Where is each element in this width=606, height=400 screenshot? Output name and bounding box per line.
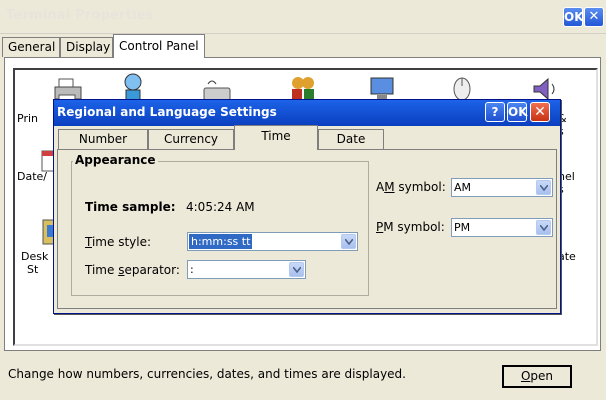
time-sample-label: Time sample: — [85, 200, 176, 214]
cp-item-desktop-label-2: St — [27, 263, 39, 276]
chevron-down-icon[interactable] — [536, 180, 551, 195]
window-ok-button[interactable]: OK — [563, 7, 584, 27]
time-style-label: Time style: — [85, 235, 151, 249]
am-symbol-dropdown[interactable]: AM — [451, 178, 553, 197]
cp-item-desktop-label: Desk — [21, 250, 49, 263]
chevron-down-icon[interactable] — [341, 234, 356, 249]
tab-control-panel[interactable]: Control Panel — [113, 34, 205, 58]
status-description: Change how numbers, currencies, dates, a… — [8, 367, 406, 381]
regional-settings-dialog: Regional and Language Settings ? OK ✕ Nu… — [53, 99, 561, 314]
dialog-help-button[interactable]: ? — [485, 102, 505, 122]
tab-display[interactable]: Display — [60, 37, 113, 57]
cp-item-printers-label: Prin — [17, 112, 38, 125]
window-title: Terminal Properties — [6, 8, 154, 23]
time-style-dropdown[interactable]: h:mm:ss tt — [187, 232, 358, 251]
time-style-value: h:mm:ss tt — [189, 234, 253, 249]
am-symbol-label: AM symbol: — [376, 180, 446, 194]
time-separator-value: : — [190, 263, 194, 276]
window-close-button[interactable]: ✕ — [584, 7, 604, 27]
time-sample-value: 4:05:24 AM — [186, 200, 255, 214]
time-separator-dropdown[interactable]: : — [187, 260, 306, 279]
am-symbol-mnemonic: M — [384, 180, 395, 194]
tab-currency[interactable]: Currency — [148, 129, 234, 149]
tab-general[interactable]: General — [2, 37, 60, 57]
tab-date[interactable]: Date — [318, 129, 384, 149]
accessibility-icon[interactable] — [118, 72, 148, 102]
dialog-ok-button[interactable]: OK — [507, 102, 528, 122]
tab-number[interactable]: Number — [58, 129, 148, 149]
dialog-close-button[interactable]: ✕ — [530, 102, 550, 122]
time-separator-label-a: Time — [85, 263, 119, 277]
tab-time[interactable]: Time — [234, 125, 318, 150]
time-tab-panel: Appearance Time sample: 4:05:24 AM Time … — [57, 149, 557, 309]
open-button-label: pen — [530, 369, 554, 383]
am-symbol-label-a: A — [376, 180, 385, 194]
am-symbol-label-b: symbol: — [394, 180, 446, 194]
time-style-mnemonic: T — [85, 235, 92, 249]
pm-symbol-label: PM symbol: — [376, 220, 445, 234]
am-symbol-value: AM — [454, 181, 472, 194]
chevron-down-icon[interactable] — [536, 220, 551, 235]
cp-item-datetime-label: Date/ — [17, 170, 47, 183]
pm-symbol-dropdown[interactable]: PM — [451, 218, 553, 237]
dialog-title: Regional and Language Settings — [57, 105, 277, 119]
chevron-down-icon[interactable] — [289, 262, 304, 277]
dialog-titlebar: Regional and Language Settings ? OK ✕ — [54, 100, 560, 126]
time-separator-label-b: eparator: — [124, 263, 180, 277]
mouse-icon[interactable] — [447, 72, 477, 102]
window-titlebar: Terminal Properties OK ✕ — [0, 0, 606, 34]
open-button[interactable]: Open — [502, 365, 572, 388]
time-separator-label: Time separator: — [85, 263, 180, 277]
pm-symbol-value: PM — [454, 221, 471, 234]
appearance-group-title: Appearance — [73, 153, 158, 167]
time-style-label-rest: ime style: — [91, 235, 152, 249]
pm-symbol-label-b: M symbol: — [383, 220, 445, 234]
open-button-mnemonic: O — [520, 369, 531, 383]
